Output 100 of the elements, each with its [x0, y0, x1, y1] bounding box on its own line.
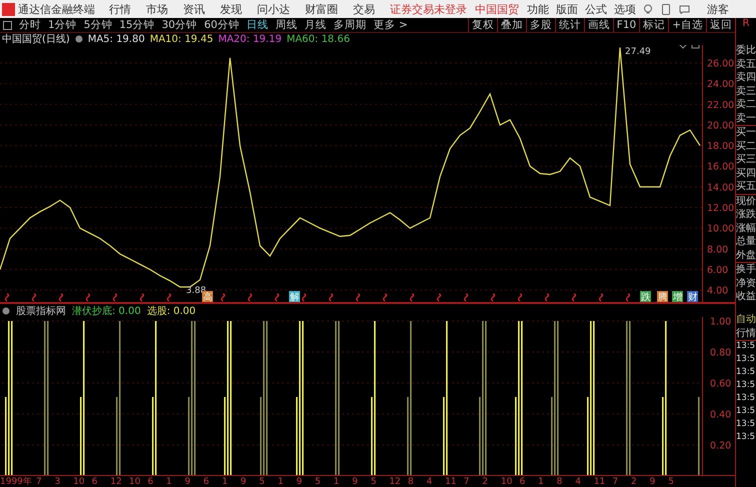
date-axis-label: 1: [334, 476, 340, 487]
toolbar-button[interactable]: +自选: [668, 18, 706, 32]
top-action[interactable]: 版面: [556, 2, 578, 16]
period-tab[interactable]: 60分钟: [202, 18, 242, 32]
event-marker-icon[interactable]: [356, 293, 360, 302]
event-marker-icon[interactable]: [328, 293, 333, 302]
date-axis-label: 7: [464, 476, 470, 487]
quote-label: 涨跌: [736, 208, 756, 222]
period-tab[interactable]: 5分钟: [82, 18, 114, 32]
menu-item[interactable]: 市场: [146, 2, 168, 16]
event-marker-icon[interactable]: [382, 293, 387, 302]
menu-item[interactable]: 行情: [109, 2, 131, 16]
event-marker-icon[interactable]: [220, 293, 225, 302]
period-tab[interactable]: 多周期: [332, 18, 368, 32]
panel-toggle-icon[interactable]: [3, 20, 12, 30]
axis-label: 18.00: [707, 141, 734, 152]
date-axis-label: 1: [166, 476, 173, 487]
date-axis-label: 12: [110, 476, 123, 487]
event-marker-icon[interactable]: [112, 293, 117, 302]
date-axis-label: 9: [240, 476, 248, 487]
date-axis-label: 2: [631, 476, 638, 487]
period-tab[interactable]: 15分钟: [117, 18, 157, 32]
settings-icon[interactable]: [2, 306, 10, 314]
toolbar-button[interactable]: 返回: [706, 18, 735, 32]
event-marker-icon[interactable]: [248, 293, 252, 302]
date-axis-label: 10: [128, 476, 142, 487]
toolbar-button[interactable]: 复权: [468, 18, 497, 32]
trade-time: 13:5: [736, 366, 756, 378]
date-axis-label: 1: [222, 476, 229, 487]
event-marker-icon[interactable]: [4, 293, 9, 302]
toolbar-button[interactable]: 画线: [584, 18, 613, 32]
quote-label: 买三: [736, 153, 756, 166]
event-marker-icon[interactable]: [32, 293, 36, 302]
toolbar-button[interactable]: 标记: [639, 18, 668, 32]
quote-label: 收益: [736, 290, 756, 304]
axis-label: 12.00: [707, 203, 734, 214]
event-marker-icon[interactable]: [58, 293, 63, 302]
event-marker-icon[interactable]: [274, 293, 279, 302]
top-action[interactable]: 公式: [585, 2, 607, 16]
event-marker-icon[interactable]: [626, 293, 630, 302]
event-marker-icon[interactable]: [598, 293, 603, 302]
top-action[interactable]: 功能: [527, 2, 549, 16]
trade-time: 13:5: [736, 340, 756, 352]
menu-item[interactable]: 财富圈: [305, 2, 338, 16]
mode-tab[interactable]: 自动: [736, 312, 756, 326]
period-tab[interactable]: 30分钟: [160, 18, 200, 32]
event-marker[interactable]: 财: [687, 291, 698, 303]
date-axis-label: 9: [184, 476, 192, 487]
event-marker-icon[interactable]: [464, 293, 468, 302]
period-tab[interactable]: 周线: [274, 18, 300, 32]
event-marker-icon[interactable]: [436, 293, 441, 302]
quote-label: 换手: [736, 263, 756, 276]
event-marker-icon[interactable]: [572, 293, 576, 302]
event-marker-icon[interactable]: [490, 293, 495, 302]
trade-time: 13:5: [736, 354, 756, 366]
date-axis-label: 5: [370, 476, 378, 487]
period-tab[interactable]: 月线: [302, 18, 328, 32]
date-axis-label: 6: [148, 476, 154, 487]
period-tab[interactable]: 更多 >: [372, 18, 410, 32]
menu-item[interactable]: 发现: [220, 2, 242, 16]
period-tab[interactable]: 分时: [17, 18, 43, 32]
period-tab[interactable]: 1分钟: [46, 18, 79, 32]
event-marker-icon[interactable]: [302, 293, 306, 302]
user-label[interactable]: 游客: [707, 2, 729, 16]
quote-label: 净资: [736, 276, 756, 290]
event-marker-icon[interactable]: [166, 293, 171, 302]
axis-label: 24.00: [707, 79, 734, 90]
toolbar-button[interactable]: 统计: [554, 18, 584, 32]
indicator-name: 股票指标网: [16, 304, 66, 318]
quote-label: 现价: [736, 194, 756, 208]
menu-item[interactable]: 交易: [353, 2, 375, 16]
message-icon[interactable]: [679, 4, 690, 14]
period-tab[interactable]: 日线: [244, 18, 270, 32]
date-axis-label: 9: [296, 476, 304, 487]
settings-icon[interactable]: [74, 35, 83, 43]
toolbar-button[interactable]: 多股: [526, 18, 555, 32]
event-marker-icon[interactable]: [544, 293, 549, 302]
event-marker-icon[interactable]: [140, 293, 144, 302]
date-axis-label: 11: [445, 476, 458, 487]
axis-label: 6.00: [707, 264, 728, 276]
toolbar-button[interactable]: F10: [612, 18, 640, 32]
axis-label: 20.00: [707, 120, 734, 132]
event-marker-icon[interactable]: [518, 293, 522, 302]
section-tab[interactable]: 行情: [736, 326, 756, 340]
toolbar-button[interactable]: 叠加: [496, 18, 526, 32]
login-status[interactable]: 证券交易未登录: [390, 2, 467, 16]
quote-label: 卖一: [736, 112, 756, 125]
bulb-icon[interactable]: [643, 4, 653, 14]
event-marker-icon[interactable]: [410, 293, 414, 302]
menu-item[interactable]: 问小达: [257, 2, 290, 16]
event-marker-icon[interactable]: [86, 293, 90, 302]
phone-icon[interactable]: [662, 4, 670, 14]
ma-value: MA5: 19.80: [88, 34, 145, 44]
axis-label: 16.00: [707, 162, 734, 173]
top-action[interactable]: 选项: [614, 2, 636, 16]
trade-time: 13:5: [736, 392, 756, 404]
ma-value: MA20: 19.19: [218, 34, 282, 44]
menu-item[interactable]: 资讯: [183, 2, 205, 16]
date-axis-label: 1: [538, 476, 545, 487]
quote-label: 买一: [736, 126, 756, 140]
